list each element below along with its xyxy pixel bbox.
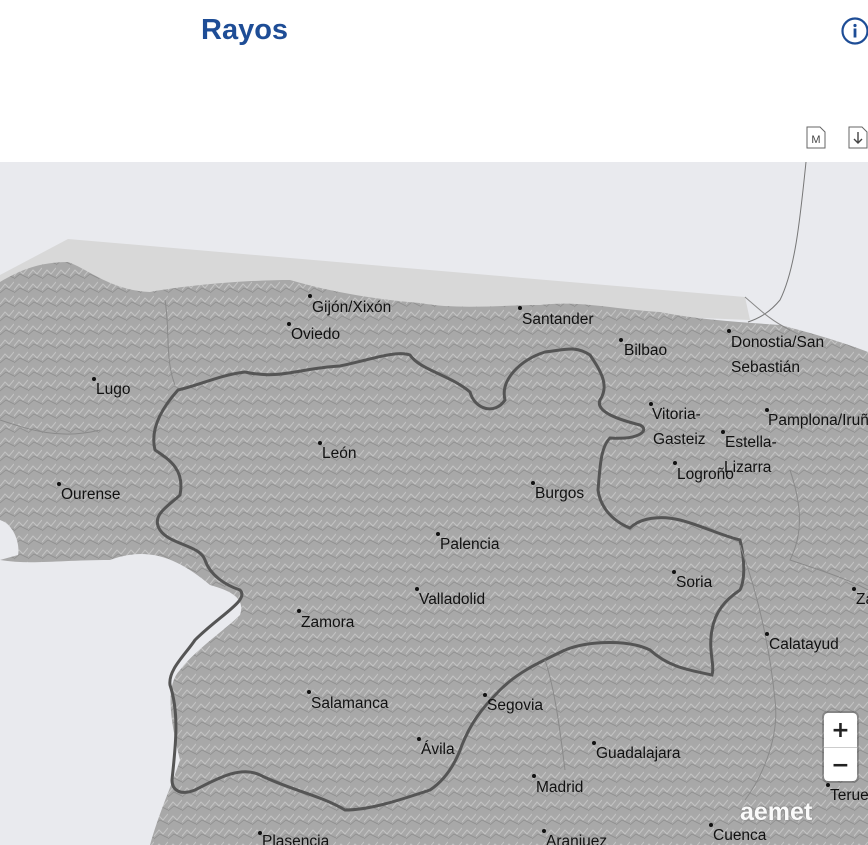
- city-label-donostia: Donostia/San: [731, 334, 825, 351]
- city-label-bilbao: Bilbao: [624, 342, 668, 359]
- city-label-guadalajara: Guadalajara: [596, 745, 681, 762]
- city-dot: [518, 306, 522, 310]
- city-label-za: Za: [856, 591, 868, 608]
- city-dot: [308, 294, 312, 298]
- city-label-oviedo: Oviedo: [291, 326, 341, 343]
- city-label-gasteiz: Gasteiz: [653, 431, 706, 448]
- city-dot: [727, 329, 731, 333]
- city-dot: [532, 774, 536, 778]
- city-label-pamplona: Pamplona/Iruña: [768, 412, 868, 429]
- city-dot: [297, 609, 301, 613]
- metadata-document-button[interactable]: M: [806, 123, 826, 149]
- city-label-teruel: Teruel: [830, 787, 868, 804]
- map-view[interactable]: Gijón/Xixón Oviedo Santander Bilbao Dono…: [0, 162, 868, 845]
- city-label-gijon: Gijón/Xixón: [312, 299, 392, 316]
- city-label-segovia: Segovia: [487, 697, 544, 714]
- city-label-plasencia: Plasencia: [262, 833, 330, 845]
- city-label-madrid: Madrid: [536, 779, 584, 796]
- city-label-salamanca: Salamanca: [311, 695, 389, 712]
- city-label-vitoria: Vitoria-: [652, 406, 701, 423]
- city-dot: [307, 690, 311, 694]
- city-label-aranjuez: Aranjuez: [546, 833, 608, 845]
- city-label-palencia: Palencia: [440, 536, 500, 553]
- city-dot: [673, 461, 677, 465]
- page-title: Rayos: [201, 14, 289, 46]
- zoom-control: + −: [824, 713, 857, 781]
- city-label-zamora: Zamora: [301, 614, 355, 631]
- info-icon[interactable]: [840, 16, 868, 46]
- city-label-burgos: Burgos: [535, 485, 585, 502]
- aemet-logo: aemet: [740, 798, 813, 826]
- city-dot: [619, 338, 623, 342]
- city-label-cuenca: Cuenca: [713, 827, 767, 844]
- zoom-out-button[interactable]: −: [824, 748, 857, 782]
- city-label-valladolid: Valladolid: [419, 591, 486, 608]
- zoom-in-button[interactable]: +: [824, 713, 857, 748]
- city-label-soria: Soria: [676, 574, 713, 591]
- city-label-santander: Santander: [522, 311, 594, 328]
- city-label-avila: Ávila: [421, 741, 455, 758]
- city-label-logrono: Logroño: [677, 466, 734, 483]
- city-label-calatayud: Calatayud: [769, 636, 839, 653]
- city-label-estella: Estella-: [725, 434, 777, 451]
- city-label-sebastian: Sebastián: [731, 359, 800, 376]
- city-label-ourense: Ourense: [61, 486, 121, 503]
- download-button[interactable]: [848, 123, 868, 149]
- city-label-leon: León: [322, 445, 357, 462]
- metadata-label: M: [811, 134, 820, 146]
- download-icon: [848, 126, 868, 149]
- city-label-lugo: Lugo: [96, 381, 131, 398]
